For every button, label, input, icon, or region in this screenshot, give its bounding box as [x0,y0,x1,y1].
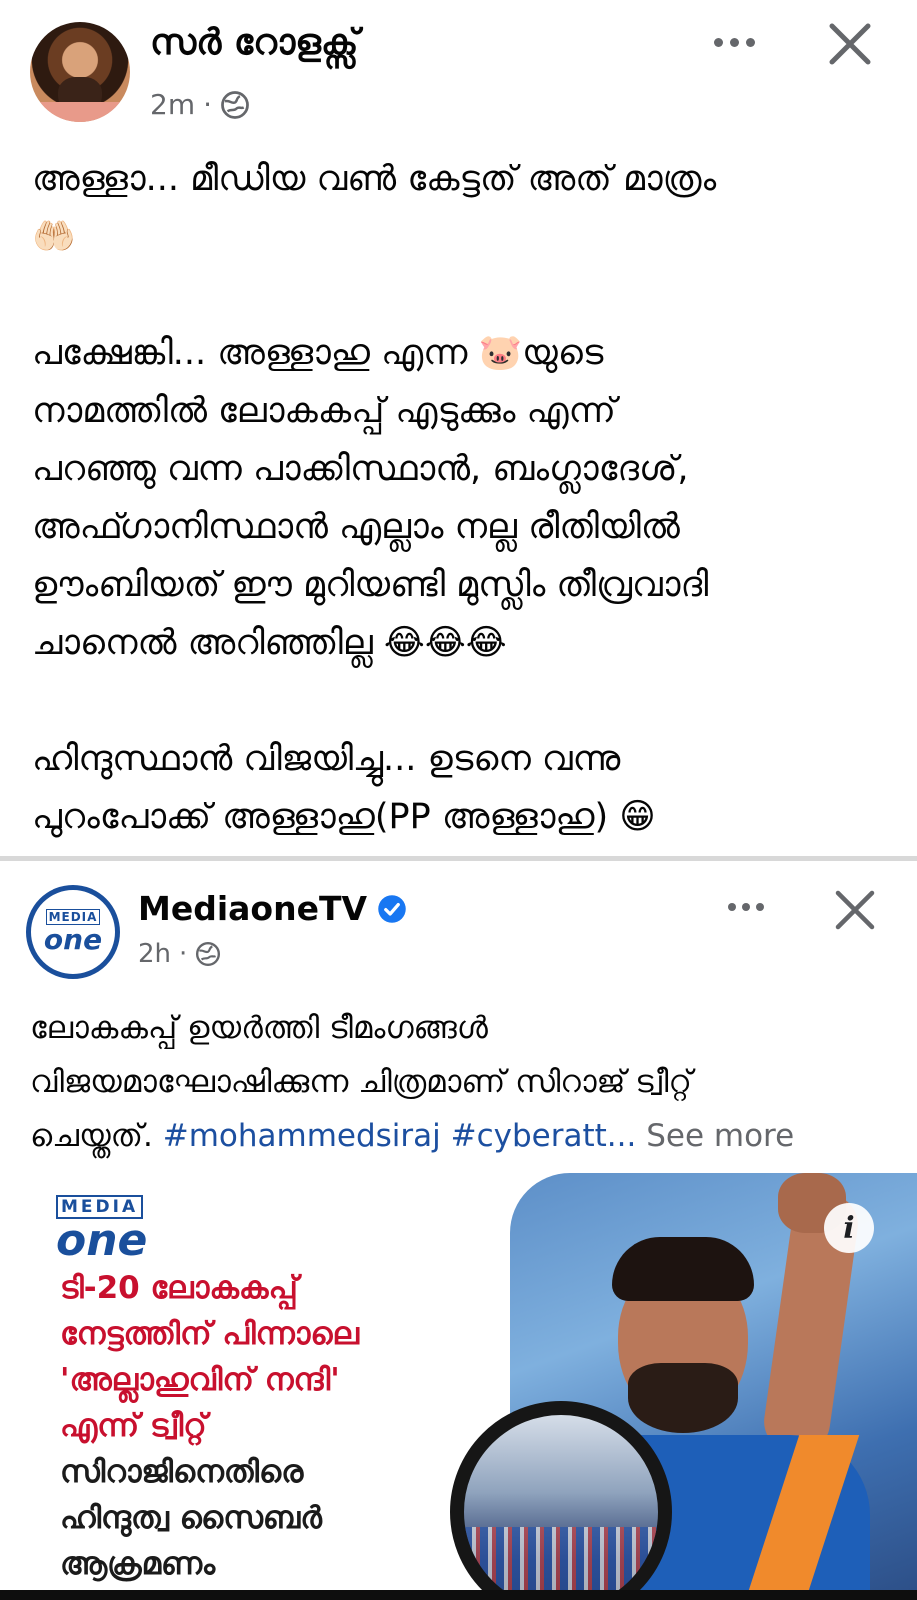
headline-line: എന്ന് ട്വീറ്റ് [60,1408,207,1444]
globe-icon [221,90,249,119]
image-headline: ടി-20 ലോകകപ്പ് നേട്ടത്തിന് പിന്നാലെ 'അല്… [60,1265,480,1587]
headline-line: 'അല്ലാഹുവിന് നന്ദി' [60,1362,340,1398]
image-mediaone-logo: MEDIA one [56,1195,147,1263]
post-header: സർ റോളക്സ് 2m · [0,0,917,130]
avatar-shirt [30,102,130,122]
page-avatar[interactable]: MEDIA one [26,885,120,979]
post-paragraph: അള്ളാ... മീഡിയ വൺ കേട്ടത് അത് മാത്രം 🤲🏻 [32,159,717,257]
globe-icon [196,941,221,967]
shared-post-meta: 2h · [138,939,221,969]
post-body: അള്ളാ... മീഡിയ വൺ കേട്ടത് അത് മാത്രം 🤲🏻 … [32,150,892,846]
screen-bottom-edge [0,1590,917,1600]
headline-line: ടി-20 ലോകകപ്പ് [60,1270,298,1306]
photo-beard [628,1363,738,1433]
info-icon[interactable]: i [824,1203,874,1253]
verified-badge-icon [378,894,406,923]
post-time[interactable]: 2m [150,88,195,121]
more-options-icon[interactable] [706,22,762,62]
page-name[interactable]: MediaoneTV [138,889,367,928]
post-paragraph: പക്ഷേങ്കി... അള്ളാഹു എന്ന 🐷യുടെ നാമത്തിൽ… [32,333,709,663]
photo-hair [612,1237,754,1301]
shared-post-image[interactable]: MEDIA one ടി-20 ലോകകപ്പ് നേട്ടത്തിന് പിന… [0,1173,917,1600]
page-avatar-one-text: one [43,923,103,956]
meta-separator: · [203,88,212,121]
headline-line: ഹിന്ദുത്വ സൈബർ [60,1500,322,1536]
hashtags-link[interactable]: #mohammedsiraj #cyberatt... [163,1118,637,1154]
post-meta: 2m · [150,88,250,121]
author-name[interactable]: സർ റോളക്സ് [150,22,358,64]
shared-post-text: ലോകകപ്പ് ഉയർത്തി ടീമംഗങ്ങൾ വിജയമാഘോഷിക്ക… [30,1001,890,1163]
post-paragraph: ഹിന്ദുസ്ഥാൻ വിജയിച്ചു... ഉടനെ വന്നു പുറം… [32,739,656,837]
shared-post[interactable]: MEDIA one MediaoneTV 2h · ലോകകപ്പ് ഉയർത്… [0,861,917,1600]
shared-more-options-icon[interactable] [720,889,772,925]
image-logo-one: one [56,1215,148,1266]
headline-line: ആക്രമണം [60,1546,216,1582]
headline-line: നേട്ടത്തിന് പിന്നാലെ [60,1316,359,1352]
shared-close-icon[interactable] [828,883,882,937]
author-avatar[interactable] [30,22,130,122]
headline-line: സിറാജിനെതിരെ [60,1454,304,1490]
see-more-link[interactable]: See more [646,1118,794,1154]
shared-post-time[interactable]: 2h [138,939,171,969]
meta-separator: · [179,939,188,969]
page-name-row: MediaoneTV [138,889,407,928]
close-icon[interactable] [820,14,880,74]
